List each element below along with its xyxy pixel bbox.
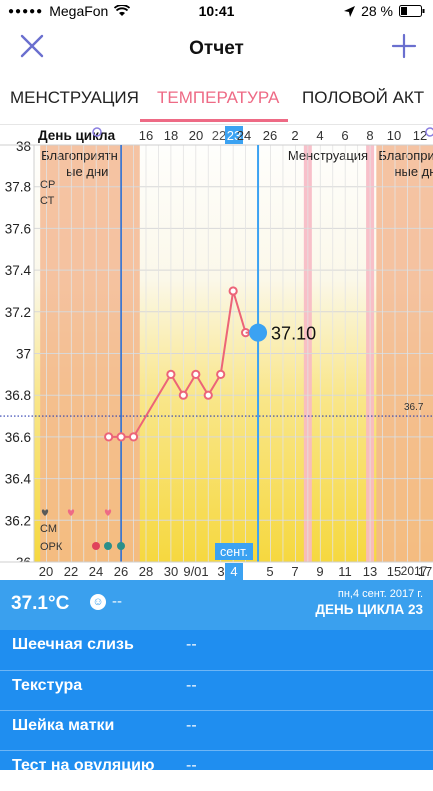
annotation-label: ОРК	[40, 541, 63, 553]
year-label: 2017	[401, 564, 428, 578]
location-arrow-icon	[344, 5, 356, 17]
selected-date: пн,4 сент. 2017 г.	[337, 588, 423, 600]
date-label: 22	[64, 564, 78, 579]
date-label: 9	[316, 564, 323, 579]
test-negative-icon	[104, 542, 112, 550]
temperature-point[interactable]	[166, 369, 176, 379]
annotation-label: СР	[40, 179, 55, 191]
date-label: 7	[291, 564, 298, 579]
detail-label: Шейка матки	[12, 717, 115, 734]
smiley-icon: ☺	[90, 594, 106, 610]
menstruation-label: Менструация	[288, 148, 368, 163]
nav-bar: Отчет	[0, 22, 433, 74]
cycle-day-label: ДЕНЬ ЦИКЛА 23	[315, 602, 423, 617]
day-summary: 37.1°C ☺ -- пн,4 сент. 2017 г. ДЕНЬ ЦИКЛ…	[0, 580, 433, 630]
date-label: 11	[338, 564, 352, 579]
date-label: 24	[89, 564, 103, 579]
mood-value: --	[112, 593, 122, 610]
cycle-day-label: 2	[291, 128, 298, 143]
temperature-point[interactable]	[104, 432, 114, 442]
battery-icon	[399, 5, 425, 17]
temperature-point[interactable]	[216, 369, 226, 379]
date-label: 5	[266, 564, 273, 579]
detail-label: Шеечная слизь	[12, 636, 134, 653]
detail-row-cervical-mucus[interactable]: Шеечная слизь --	[0, 630, 433, 670]
detail-label: Текстура	[12, 677, 83, 694]
y-tick-label: 37	[16, 347, 31, 362]
test-negative-icon	[117, 542, 125, 550]
date-label: 28	[139, 564, 153, 579]
cycle-day-label: 10	[387, 128, 401, 143]
temperature-point[interactable]	[203, 390, 213, 400]
date-label: 26	[114, 564, 128, 579]
cycle-day-label: 18	[164, 128, 178, 143]
y-tick-label: 37.8	[5, 180, 31, 195]
active-tab-indicator	[140, 119, 288, 122]
plus-icon	[391, 33, 417, 59]
temperature-point[interactable]	[178, 390, 188, 400]
cycle-day-header-label: День цикла	[38, 128, 116, 143]
annotation-label: СМ	[40, 523, 57, 535]
y-tick-label: 38	[16, 139, 31, 154]
temperature-value: 37.1°C	[11, 593, 70, 614]
cycle-day-label: 20	[189, 128, 203, 143]
temperature-point[interactable]	[116, 432, 126, 442]
annotation-label: СТ	[40, 195, 55, 207]
selected-temperature-label: 37.10	[271, 324, 316, 344]
details-list: Шеечная слизь -- Текстура -- Шейка матки…	[0, 630, 433, 774]
temperature-point[interactable]	[228, 286, 238, 296]
cycle-day-label: 26	[263, 128, 277, 143]
date-label: 15	[387, 564, 401, 579]
cycle-day-label: 24	[237, 128, 251, 143]
page-title: Отчет	[189, 38, 244, 59]
selected-date-label: 4	[230, 564, 237, 579]
y-tick-label: 37.2	[5, 305, 31, 320]
y-tick-label: 36.6	[5, 430, 31, 445]
tab-bar: МЕНСТРУАЦИЯ ТЕМПЕРАТУРА ПОЛОВОЙ АКТ	[0, 74, 433, 125]
detail-row-ovulation-test[interactable]: Тест на овуляцию --	[0, 750, 433, 791]
detail-value: --	[186, 636, 197, 653]
y-tick-label: 37.4	[5, 263, 32, 278]
y-tick-label: 36.8	[5, 388, 31, 403]
detail-row-texture[interactable]: Текстура --	[0, 670, 433, 711]
date-label: 30	[164, 564, 178, 579]
temperature-point[interactable]	[191, 369, 201, 379]
cycle-day-label: 12	[413, 128, 427, 143]
selected-temperature-point[interactable]	[249, 323, 268, 342]
temperature-chart[interactable]: Благоприятные дниБлагоприятные дниМенстр…	[0, 125, 433, 580]
cycle-day-label: 16	[139, 128, 153, 143]
y-tick-label: 36.2	[5, 513, 31, 528]
date-label: 9/01	[183, 564, 208, 579]
cycle-day-label: 4	[316, 128, 323, 143]
coverline-label: 36.7	[404, 402, 424, 413]
detail-row-cervix[interactable]: Шейка матки --	[0, 710, 433, 751]
detail-value: --	[186, 717, 197, 734]
cycle-day-label: 22	[212, 128, 226, 143]
tab-temperature[interactable]: ТЕМПЕРАТУРА	[157, 88, 279, 108]
detail-value: --	[186, 677, 197, 694]
y-tick-label: 36.4	[5, 472, 32, 487]
detail-label: Тест на овуляцию	[12, 757, 155, 774]
temperature-point[interactable]	[128, 432, 139, 442]
y-tick-label: 37.6	[5, 221, 31, 236]
date-label: 20	[39, 564, 53, 579]
add-button[interactable]	[390, 32, 422, 64]
battery-percent: 28 %	[361, 3, 393, 19]
detail-value: --	[186, 757, 197, 774]
cycle-day-label: 8	[366, 128, 373, 143]
status-bar: ●●●●● MegaFon 10:41 28 %	[0, 0, 433, 22]
tab-intercourse[interactable]: ПОЛОВОЙ АКТ	[302, 88, 424, 108]
cycle-day-label: 6	[341, 128, 348, 143]
month-label: сент.	[220, 545, 248, 559]
ovulation-test-positive-icon	[92, 542, 100, 550]
date-label: 3	[217, 564, 224, 579]
date-label: 13	[363, 564, 377, 579]
tab-menstruation[interactable]: МЕНСТРУАЦИЯ	[10, 88, 139, 108]
